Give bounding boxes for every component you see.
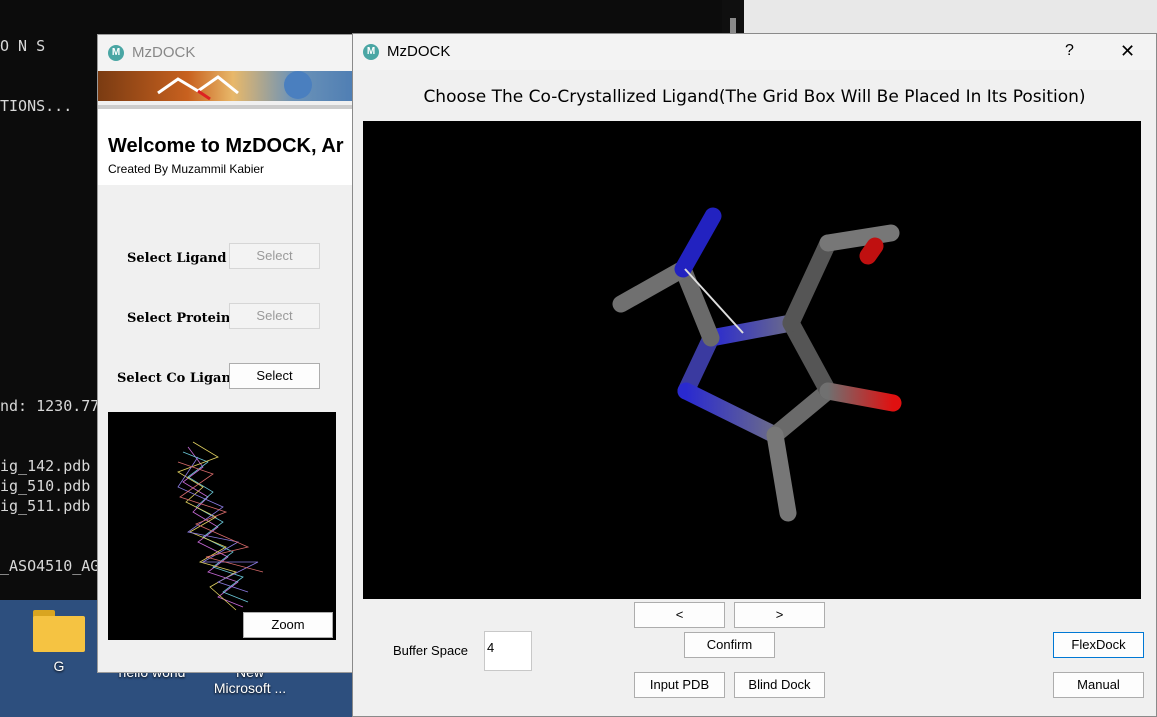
- select-protein-label: Select Protein: [127, 311, 231, 326]
- app-icon: M: [108, 45, 124, 61]
- help-button[interactable]: ?: [1065, 42, 1074, 60]
- terminal-line: nd: 1230.77: [0, 397, 100, 415]
- title-bar[interactable]: M MzDOCK ? ✕: [353, 34, 1156, 70]
- ligand-dialog: M MzDOCK ? ✕ Choose The Co-Crystallized …: [352, 33, 1157, 717]
- terminal-line: TIONS...: [0, 97, 73, 115]
- close-icon[interactable]: ✕: [1120, 41, 1135, 62]
- previous-ligand-button[interactable]: <: [634, 602, 725, 628]
- ligand-structure-icon: [612, 207, 902, 522]
- select-co-ligand-label: Select Co Ligand: [117, 371, 240, 386]
- select-co-ligand-button[interactable]: Select: [229, 363, 320, 389]
- window-title: MzDOCK: [132, 44, 196, 61]
- next-ligand-button[interactable]: >: [734, 602, 825, 628]
- terminal-line: O N S: [0, 37, 46, 55]
- terminal-line: ig_510.pdb: [0, 477, 91, 495]
- select-ligand-button[interactable]: Select: [229, 243, 320, 269]
- blind-dock-button[interactable]: Blind Dock: [734, 672, 825, 698]
- dialog-heading: Choose The Co-Crystallized Ligand(The Gr…: [423, 87, 1086, 107]
- manual-button[interactable]: Manual: [1053, 672, 1144, 698]
- confirm-button[interactable]: Confirm: [684, 632, 775, 658]
- zoom-button[interactable]: Zoom: [243, 612, 333, 638]
- desktop-item-g[interactable]: G: [19, 610, 99, 674]
- terminal-line: ig_511.pdb: [0, 497, 91, 515]
- terminal-line: _ASO4510_AGO: [0, 557, 109, 575]
- author-credit: Created By Muzammil Kabier: [108, 162, 265, 176]
- input-pdb-button[interactable]: Input PDB: [634, 672, 725, 698]
- flexdock-button[interactable]: FlexDock: [1053, 632, 1144, 658]
- protein-structure-icon: [177, 441, 264, 611]
- buffer-space-input[interactable]: 4: [484, 631, 532, 671]
- terminal-line: ig_142.pdb: [0, 457, 91, 475]
- desktop-item-label: G: [53, 658, 65, 674]
- ligand-3d-viewer[interactable]: [363, 121, 1141, 599]
- select-ligand-label: Select Ligand: [127, 251, 227, 266]
- select-protein-button[interactable]: Select: [229, 303, 320, 329]
- window-title: MzDOCK: [387, 43, 451, 60]
- buffer-space-label: Buffer Space: [393, 643, 468, 658]
- welcome-title: Welcome to MzDOCK, Ar: [108, 135, 344, 157]
- app-icon: M: [363, 44, 379, 60]
- folder-icon: [33, 610, 85, 652]
- protein-viewer[interactable]: Zoom: [108, 412, 336, 640]
